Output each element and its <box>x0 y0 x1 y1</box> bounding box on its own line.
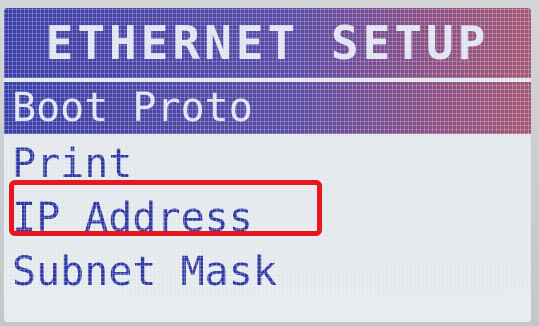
menu-item-subnet-mask[interactable]: Subnet Mask <box>4 246 531 298</box>
device-photo: ETHERNET SETUP Boot Proto Print IP Addre… <box>0 0 539 326</box>
menu-item-boot-proto[interactable]: Boot Proto <box>4 82 531 134</box>
screen-title: ETHERNET SETUP <box>45 16 490 70</box>
menu-item-label: IP Address <box>12 195 253 241</box>
menu-item-label: Boot Proto <box>12 85 253 131</box>
menu-item-ip-address[interactable]: IP Address <box>4 192 531 244</box>
menu-item-label: Subnet Mask <box>12 249 277 295</box>
title-bar: ETHERNET SETUP <box>4 8 531 78</box>
menu-item-print[interactable]: Print <box>4 138 531 190</box>
menu-item-label: Print <box>12 141 133 187</box>
lcd-screen: ETHERNET SETUP Boot Proto Print IP Addre… <box>4 8 531 322</box>
